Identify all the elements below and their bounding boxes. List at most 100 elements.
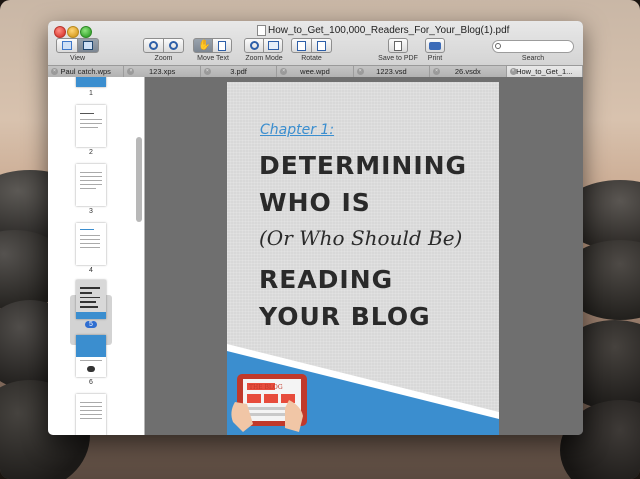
search-label: Search [521, 55, 545, 62]
page-thumbnail[interactable] [76, 335, 106, 377]
thumbnail-line [80, 287, 100, 289]
thumbnail-line [80, 414, 102, 415]
pdf-viewer-window: How_to_Get_100,000_Readers_For_Your_Blog… [48, 21, 583, 435]
rotate-control [291, 38, 332, 53]
thumbnail-page-number: 4 [89, 267, 93, 274]
tablet-text: THE BLOG [249, 384, 283, 391]
single-page-view-button[interactable] [56, 38, 78, 53]
tab-wee-wpd[interactable]: × wee.wpd [277, 66, 354, 77]
thumbnail-line [80, 176, 102, 177]
headline-line-1: DETERMINING [259, 151, 468, 180]
tab-paul-catch[interactable]: × Paul catch.wps [48, 66, 125, 77]
close-tab-icon[interactable]: × [433, 68, 441, 75]
thumbnail-page-number-selected: 5 [85, 321, 97, 328]
tab-label: 3.pdf [230, 67, 247, 76]
zoom-out-button[interactable] [143, 38, 164, 53]
tablet-line [247, 413, 287, 416]
view-control [56, 38, 99, 53]
close-tab-icon[interactable]: × [509, 68, 517, 75]
close-tab-icon[interactable]: × [127, 68, 135, 75]
zoom-mode-control [244, 38, 283, 53]
rotate-right-button[interactable] [311, 38, 332, 53]
printer-icon [429, 41, 441, 50]
sidebar-view-button[interactable] [77, 38, 99, 53]
thumbnail-line [80, 119, 102, 120]
tablet-block [281, 394, 295, 403]
sidebar-icon [83, 41, 93, 50]
tablet-block [264, 394, 278, 403]
thumbnail-line [80, 301, 96, 303]
zoom-mode-magnify-button[interactable] [244, 38, 264, 53]
zoom-control [143, 38, 184, 53]
zoom-mode-fit-button[interactable] [263, 38, 283, 53]
page-thumbnail[interactable] [76, 223, 106, 265]
single-page-icon [62, 41, 72, 50]
pdf-file-icon [394, 40, 402, 51]
sidebar-scrollbar[interactable] [136, 137, 142, 222]
tab-how-to-get[interactable]: × How_to_Get_1... [506, 66, 583, 77]
page-thumbnail[interactable] [76, 394, 106, 435]
fit-width-icon [267, 41, 279, 50]
thumbnail-page-number: 6 [89, 379, 93, 386]
thumbnail-line [80, 172, 102, 173]
thumbnail-line [80, 360, 102, 361]
rotate-right-icon [317, 40, 326, 51]
tab-1223-vsd[interactable]: × 1223.vsd [353, 66, 431, 77]
page-thumbnail[interactable] [76, 77, 106, 87]
toolbar: How_to_Get_100,000_Readers_For_Your_Blog… [48, 21, 583, 77]
page-thumbnail[interactable] [76, 105, 106, 147]
document-tabs: × Paul catch.wps × 123.xps × 3.pdf × wee.wpd… [48, 65, 583, 77]
thumbnail-line [80, 113, 94, 114]
print-label: Print [427, 55, 443, 62]
zoom-mode-label: Zoom Mode [245, 55, 283, 62]
move-tool-button[interactable]: ✋ [193, 38, 213, 53]
tab-label: 123.xps [148, 67, 176, 76]
thumbnail-line [80, 297, 100, 298]
thumbnail-page-number: 1 [89, 90, 93, 97]
page-thumbnail-selected[interactable] [76, 280, 106, 319]
document-icon [257, 25, 266, 36]
search-input[interactable] [492, 40, 574, 53]
move-text-label: Move Text [197, 55, 229, 62]
save-pdf-label: Save to PDF [378, 55, 418, 62]
tab-label: 1223.vsd [376, 67, 407, 76]
zoom-label: Zoom [154, 55, 173, 62]
save-pdf-control [388, 38, 408, 53]
save-to-pdf-button[interactable] [388, 38, 408, 53]
move-text-control: ✋ [193, 38, 232, 53]
page-thumbnail[interactable] [76, 164, 106, 206]
thumbnail-line [80, 127, 98, 128]
text-tool-button[interactable] [212, 38, 232, 53]
maximize-window-button[interactable] [80, 26, 92, 38]
rotate-left-button[interactable] [291, 38, 312, 53]
close-tab-icon[interactable]: × [280, 68, 288, 75]
thumbnail-line [80, 306, 98, 308]
tab-26-vsdx[interactable]: × 26.vsdx [430, 66, 507, 77]
tablet-block [247, 394, 261, 403]
close-window-button[interactable] [54, 26, 66, 38]
thumbnail-figure [87, 366, 95, 372]
zoom-in-button[interactable] [163, 38, 184, 53]
tab-123-xps[interactable]: × 123.xps [124, 66, 201, 77]
thumbnail-line [80, 418, 102, 419]
document-canvas: THE BLOG Chapter 1: DETERMINING WHO IS (… [146, 77, 583, 435]
headline-line-5: YOUR BLOG [259, 302, 431, 331]
thumbnail-line [80, 410, 102, 411]
thumbnail-band [76, 335, 106, 357]
headline-line-4: READING [259, 265, 394, 294]
print-button[interactable] [425, 38, 445, 53]
tab-label: wee.wpd [300, 67, 330, 76]
minimize-window-button[interactable] [67, 26, 79, 38]
thumbnail-line [80, 406, 102, 407]
headline-line-3: (Or Who Should Be) [259, 226, 463, 250]
print-control [425, 38, 445, 53]
rotate-label: Rotate [301, 55, 322, 62]
tab-3-pdf[interactable]: × 3.pdf [200, 66, 278, 77]
close-tab-icon[interactable]: × [51, 68, 58, 75]
close-tab-icon[interactable]: × [356, 68, 364, 75]
close-tab-icon[interactable]: × [203, 68, 211, 75]
thumbnail-line [80, 239, 100, 240]
tablet-graphic [231, 374, 307, 432]
thumbnail-page-number: 2 [89, 149, 93, 156]
search-icon [495, 43, 501, 49]
